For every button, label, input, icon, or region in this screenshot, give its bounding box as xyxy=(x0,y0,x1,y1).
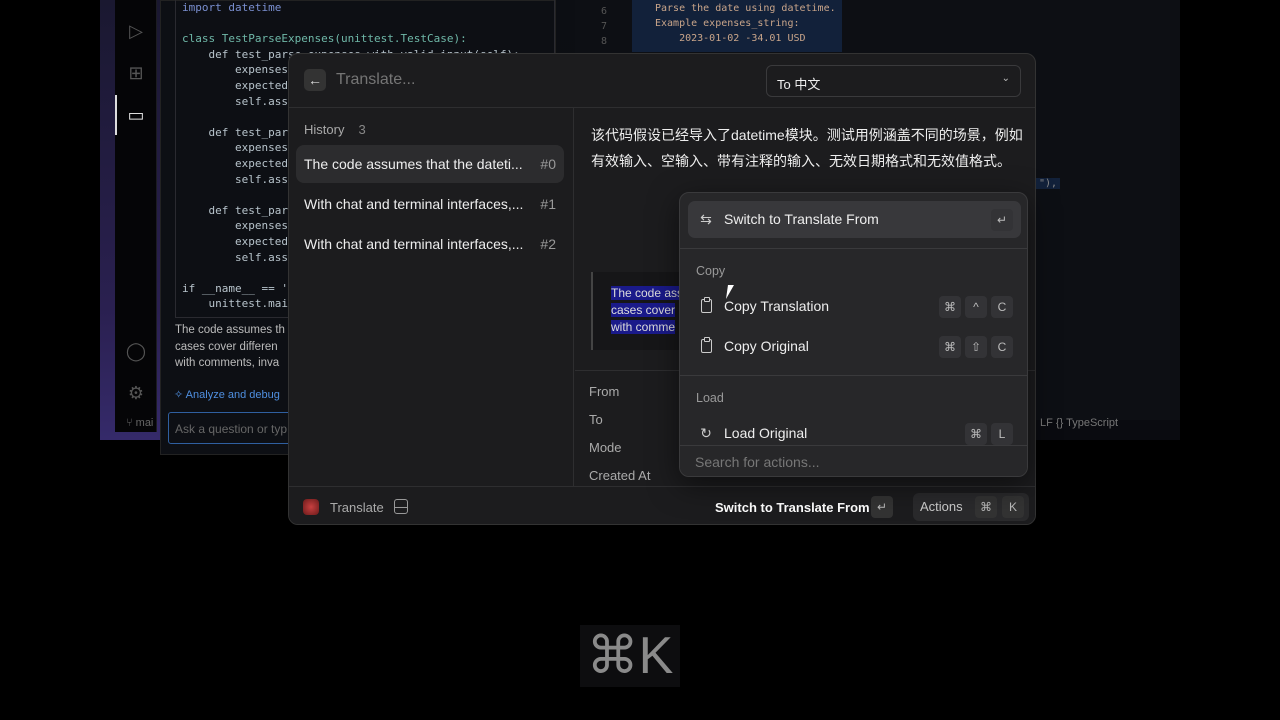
history-header: History 3 xyxy=(304,122,366,137)
code-line: 2023-01-02 -34.01 USD xyxy=(655,33,806,44)
line-numbers: 6 7 8 xyxy=(595,4,607,49)
translation-text: 该代码假设已经导入了datetime模块。测试用例涵盖不同的场景，例如有效输入、… xyxy=(591,127,1023,169)
history-item-text: With chat and terminal interfaces,... xyxy=(304,236,524,252)
code-line: import datetime xyxy=(182,1,282,14)
code-line: Example expenses_string: xyxy=(655,18,800,29)
active-indicator xyxy=(115,95,117,135)
arrow-left-icon: ← xyxy=(308,72,322,88)
extensions-icon[interactable]: ⊞ xyxy=(125,62,147,84)
l-key: L xyxy=(991,423,1013,445)
history-list: History 3 The code assumes that the datet… xyxy=(289,108,574,486)
chat-line: cases cover differen xyxy=(175,340,278,353)
dropdown-value: To 中文 xyxy=(777,77,821,92)
actions-search xyxy=(680,445,1027,476)
footer: Translate Switch to Translate From ↵ Act… xyxy=(289,486,1035,524)
item-label: Load Original xyxy=(724,425,808,441)
account-icon[interactable]: ◯ xyxy=(125,340,147,362)
history-item-number: #1 xyxy=(540,196,556,212)
command-key-icon: ⌘ xyxy=(939,336,961,358)
shift-key-icon: ⇧ xyxy=(965,336,987,358)
clipboard-icon xyxy=(698,297,714,316)
history-item-text: The code assumes that the dateti... xyxy=(304,156,523,172)
meta-to-label: To xyxy=(589,412,603,427)
sparkle-icon: ✧ xyxy=(174,389,186,401)
history-item-number: #2 xyxy=(540,236,556,252)
divider xyxy=(680,248,1027,249)
primary-action-button[interactable]: Switch to Translate From xyxy=(715,500,870,515)
history-item[interactable]: The code assumes that the dateti... #0 xyxy=(296,145,564,183)
back-button[interactable]: ← xyxy=(304,69,326,91)
storage-icon xyxy=(394,499,408,514)
item-label: Copy Translation xyxy=(724,298,830,314)
section-copy: Copy xyxy=(696,264,726,278)
reload-icon: ↻ xyxy=(700,425,712,441)
chat-response: The code assumes th cases cover differen… xyxy=(175,322,295,372)
command-key-icon: ⌘ xyxy=(965,423,987,445)
code-line: Parse the date using datetime. xyxy=(655,3,836,14)
quote-line: The code ass xyxy=(611,286,684,300)
header: ← To 中文 ⌄ xyxy=(289,54,1035,108)
switch-to-translate-from-item[interactable]: ⇆ Switch to Translate From ↵ xyxy=(688,201,1021,238)
branch-indicator[interactable]: ⑂ mai xyxy=(126,417,153,429)
history-count: 3 xyxy=(358,122,366,137)
item-label: Switch to Translate From xyxy=(724,211,879,227)
language-dropdown[interactable]: To 中文 ⌄ xyxy=(766,65,1021,97)
enter-key: ↵ xyxy=(871,496,893,518)
item-label: Copy Original xyxy=(724,338,809,354)
chevron-down-icon: ⌄ xyxy=(1001,73,1010,84)
line-number: 8 xyxy=(600,36,607,47)
status-bar: LF {} TypeScript xyxy=(1040,417,1119,429)
quote-line: cases cover xyxy=(611,303,676,317)
chat-line: The code assumes th xyxy=(175,324,285,336)
line-number: 7 xyxy=(600,21,607,32)
history-item[interactable]: With chat and terminal interfaces,... #2 xyxy=(296,225,564,263)
analyze-link[interactable]: ✧ Analyze and debug xyxy=(174,388,280,401)
search-input[interactable] xyxy=(336,71,716,89)
code-fragment: "), xyxy=(1036,178,1061,189)
app-name: Translate xyxy=(330,500,384,515)
swap-icon: ⇆ xyxy=(700,211,712,227)
code-line: class TestParseExpenses(unittest.TestCas… xyxy=(182,32,467,46)
enter-key-icon: ↵ xyxy=(871,496,893,518)
branch-name: mai xyxy=(135,417,154,429)
chat-input[interactable]: Ask a question or typ xyxy=(168,412,293,444)
actions-label: Actions xyxy=(920,499,963,514)
actions-popover: ⇆ Switch to Translate From ↵ Copy Copy T… xyxy=(679,192,1028,477)
right-code: Parse the date using datetime. Example ex… xyxy=(632,0,842,52)
translate-app-icon xyxy=(303,499,319,515)
copy-translation-item[interactable]: Copy Translation ⌘ ^ C xyxy=(688,288,1021,325)
history-item-text: With chat and terminal interfaces,... xyxy=(304,196,524,212)
shortcut-overlay: ⌘K xyxy=(580,625,680,687)
meta-created-label: Created At xyxy=(589,468,651,483)
actions-search-input[interactable] xyxy=(695,454,995,470)
git-branch-icon: ⑂ xyxy=(126,417,136,429)
settings-gear-icon[interactable]: ⚙ xyxy=(125,382,147,404)
control-key-icon: ^ xyxy=(965,296,987,318)
command-key-icon: ⌘ xyxy=(939,296,961,318)
section-load: Load xyxy=(696,391,724,405)
history-item-number: #0 xyxy=(540,156,556,172)
command-key-icon: ⌘ xyxy=(975,496,997,518)
meta-mode-label: Mode xyxy=(589,440,622,455)
copy-original-item[interactable]: Copy Original ⌘ ⇧ C xyxy=(688,328,1021,365)
chat-line: with comments, inva xyxy=(175,357,280,369)
line-number: 6 xyxy=(600,6,607,17)
enter-key-icon: ↵ xyxy=(991,209,1013,231)
k-key: K xyxy=(1002,496,1024,518)
activity-bar: ▷ ⊞ ▭ ◯ ⚙ xyxy=(115,0,157,432)
chat-icon[interactable]: ▭ xyxy=(125,104,147,126)
analyze-link-label: Analyze and debug xyxy=(185,389,280,401)
original-quote: The code ass cases cover with comme xyxy=(591,272,691,350)
history-label: History xyxy=(304,122,345,137)
quote-line: with comme xyxy=(611,320,676,334)
divider xyxy=(680,375,1027,376)
meta-from-label: From xyxy=(589,384,620,399)
clipboard-icon xyxy=(698,337,714,356)
c-key: C xyxy=(991,296,1013,318)
c-key: C xyxy=(991,336,1013,358)
run-debug-icon[interactable]: ▷ xyxy=(125,20,147,42)
history-item[interactable]: With chat and terminal interfaces,... #1 xyxy=(296,185,564,223)
actions-button[interactable]: Actions ⌘ K xyxy=(913,493,1029,521)
